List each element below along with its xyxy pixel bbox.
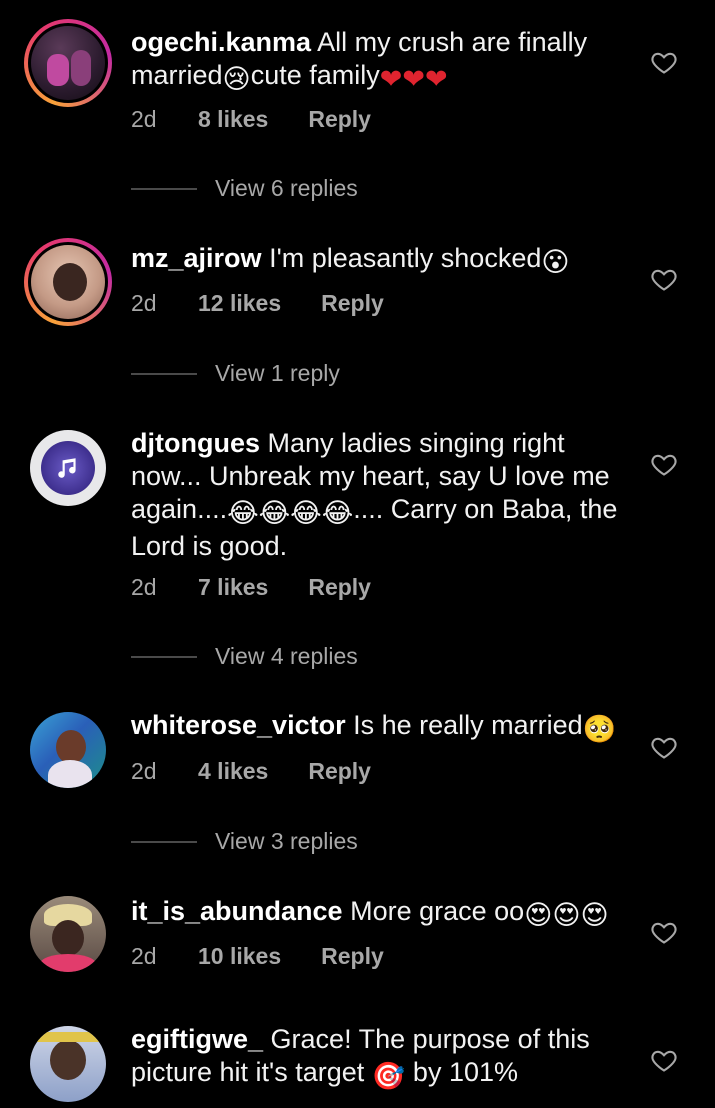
like-heart-icon[interactable]	[650, 918, 678, 946]
comment-time: 2d	[131, 106, 157, 132]
comment-text: mz_ajirow I'm pleasantly shocked😮	[131, 242, 631, 279]
avatar	[31, 245, 105, 319]
like-heart-icon[interactable]	[650, 1046, 678, 1074]
avatar	[30, 1026, 106, 1102]
likes-count[interactable]: 7 likes	[198, 574, 268, 601]
likes-count[interactable]: 4 likes	[198, 758, 268, 785]
reply-button[interactable]: Reply	[308, 106, 371, 133]
likes-count[interactable]: 8 likes	[198, 106, 268, 133]
view-replies-button[interactable]: View 1 reply	[131, 360, 340, 387]
view-replies-label: View 1 reply	[215, 360, 340, 386]
reply-button[interactable]: Reply	[321, 943, 384, 970]
emoji: 😮	[541, 247, 570, 277]
view-replies-label: View 6 replies	[215, 175, 358, 201]
avatar-wrap[interactable]	[24, 424, 112, 512]
comment-meta: 2d 8 likes Reply	[131, 106, 371, 133]
comment-time: 2d	[131, 943, 157, 969]
divider	[131, 187, 197, 190]
comment-time: 2d	[131, 758, 157, 784]
comment-username[interactable]: egiftigwe_	[131, 1024, 263, 1054]
likes-count[interactable]: 10 likes	[198, 943, 281, 970]
comment-body: I'm pleasantly shocked	[269, 243, 542, 273]
view-replies-button[interactable]: View 6 replies	[131, 175, 358, 202]
comment-time: 2d	[131, 290, 157, 316]
like-heart-icon[interactable]	[650, 265, 678, 293]
comment-meta: 2d 12 likes Reply	[131, 290, 384, 317]
comment-body: More grace oo	[350, 896, 525, 926]
comment-body-cont: cute family	[250, 60, 380, 90]
comment-username[interactable]: ogechi.kanma	[131, 27, 311, 57]
like-heart-icon[interactable]	[650, 450, 678, 478]
view-replies-label: View 4 replies	[215, 643, 358, 669]
comment-body-cont: by 101%	[412, 1057, 518, 1087]
avatar	[30, 896, 106, 972]
divider	[131, 372, 197, 375]
avatar-story-ring[interactable]	[24, 19, 112, 107]
comment-text: it_is_abundance More grace oo😍😍😍	[131, 895, 631, 932]
music-note-logo-icon	[30, 430, 106, 506]
divider	[131, 840, 197, 843]
emoji: 😢	[222, 64, 251, 94]
heart-emoji: ❤❤❤	[379, 64, 448, 94]
comment-username[interactable]: mz_ajirow	[131, 243, 262, 273]
view-replies-button[interactable]: View 4 replies	[131, 643, 358, 670]
comment-username[interactable]: it_is_abundance	[131, 896, 343, 926]
reply-button[interactable]: Reply	[308, 574, 371, 601]
like-heart-icon[interactable]	[650, 733, 678, 761]
avatar	[30, 712, 106, 788]
comment-username[interactable]: djtongues	[131, 428, 260, 458]
comment-meta: 2d 7 likes Reply	[131, 574, 371, 601]
view-replies-label: View 3 replies	[215, 828, 358, 854]
emoji: 😂😂😂😂	[227, 498, 354, 528]
reply-button[interactable]: Reply	[308, 758, 371, 785]
emoji: 😍😍😍	[524, 900, 609, 930]
comment-text: ogechi.kanma All my crush are finally ma…	[131, 26, 631, 96]
comment-text: whiterose_victor Is he really married🥺	[131, 709, 631, 746]
avatar-story-ring[interactable]	[24, 238, 112, 326]
reply-button[interactable]: Reply	[321, 290, 384, 317]
emoji: 🥺	[582, 714, 617, 744]
comment-meta: 2d 4 likes Reply	[131, 758, 371, 785]
avatar-wrap[interactable]	[24, 1020, 112, 1108]
avatar-wrap[interactable]	[24, 706, 112, 794]
view-replies-button[interactable]: View 3 replies	[131, 828, 358, 855]
likes-count[interactable]: 12 likes	[198, 290, 281, 317]
avatar-wrap[interactable]	[24, 890, 112, 978]
comment-text: djtongues Many ladies singing right now.…	[131, 427, 631, 563]
comment-text: egiftigwe_ Grace! The purpose of this pi…	[131, 1023, 631, 1093]
target-emoji: 🎯	[371, 1061, 406, 1091]
comment-body: Is he really married	[353, 710, 583, 740]
comment-username[interactable]: whiterose_victor	[131, 710, 346, 740]
comment-meta: 2d 10 likes Reply	[131, 943, 384, 970]
like-heart-icon[interactable]	[650, 48, 678, 76]
divider	[131, 655, 197, 658]
avatar	[31, 26, 105, 100]
comment-time: 2d	[131, 574, 157, 600]
